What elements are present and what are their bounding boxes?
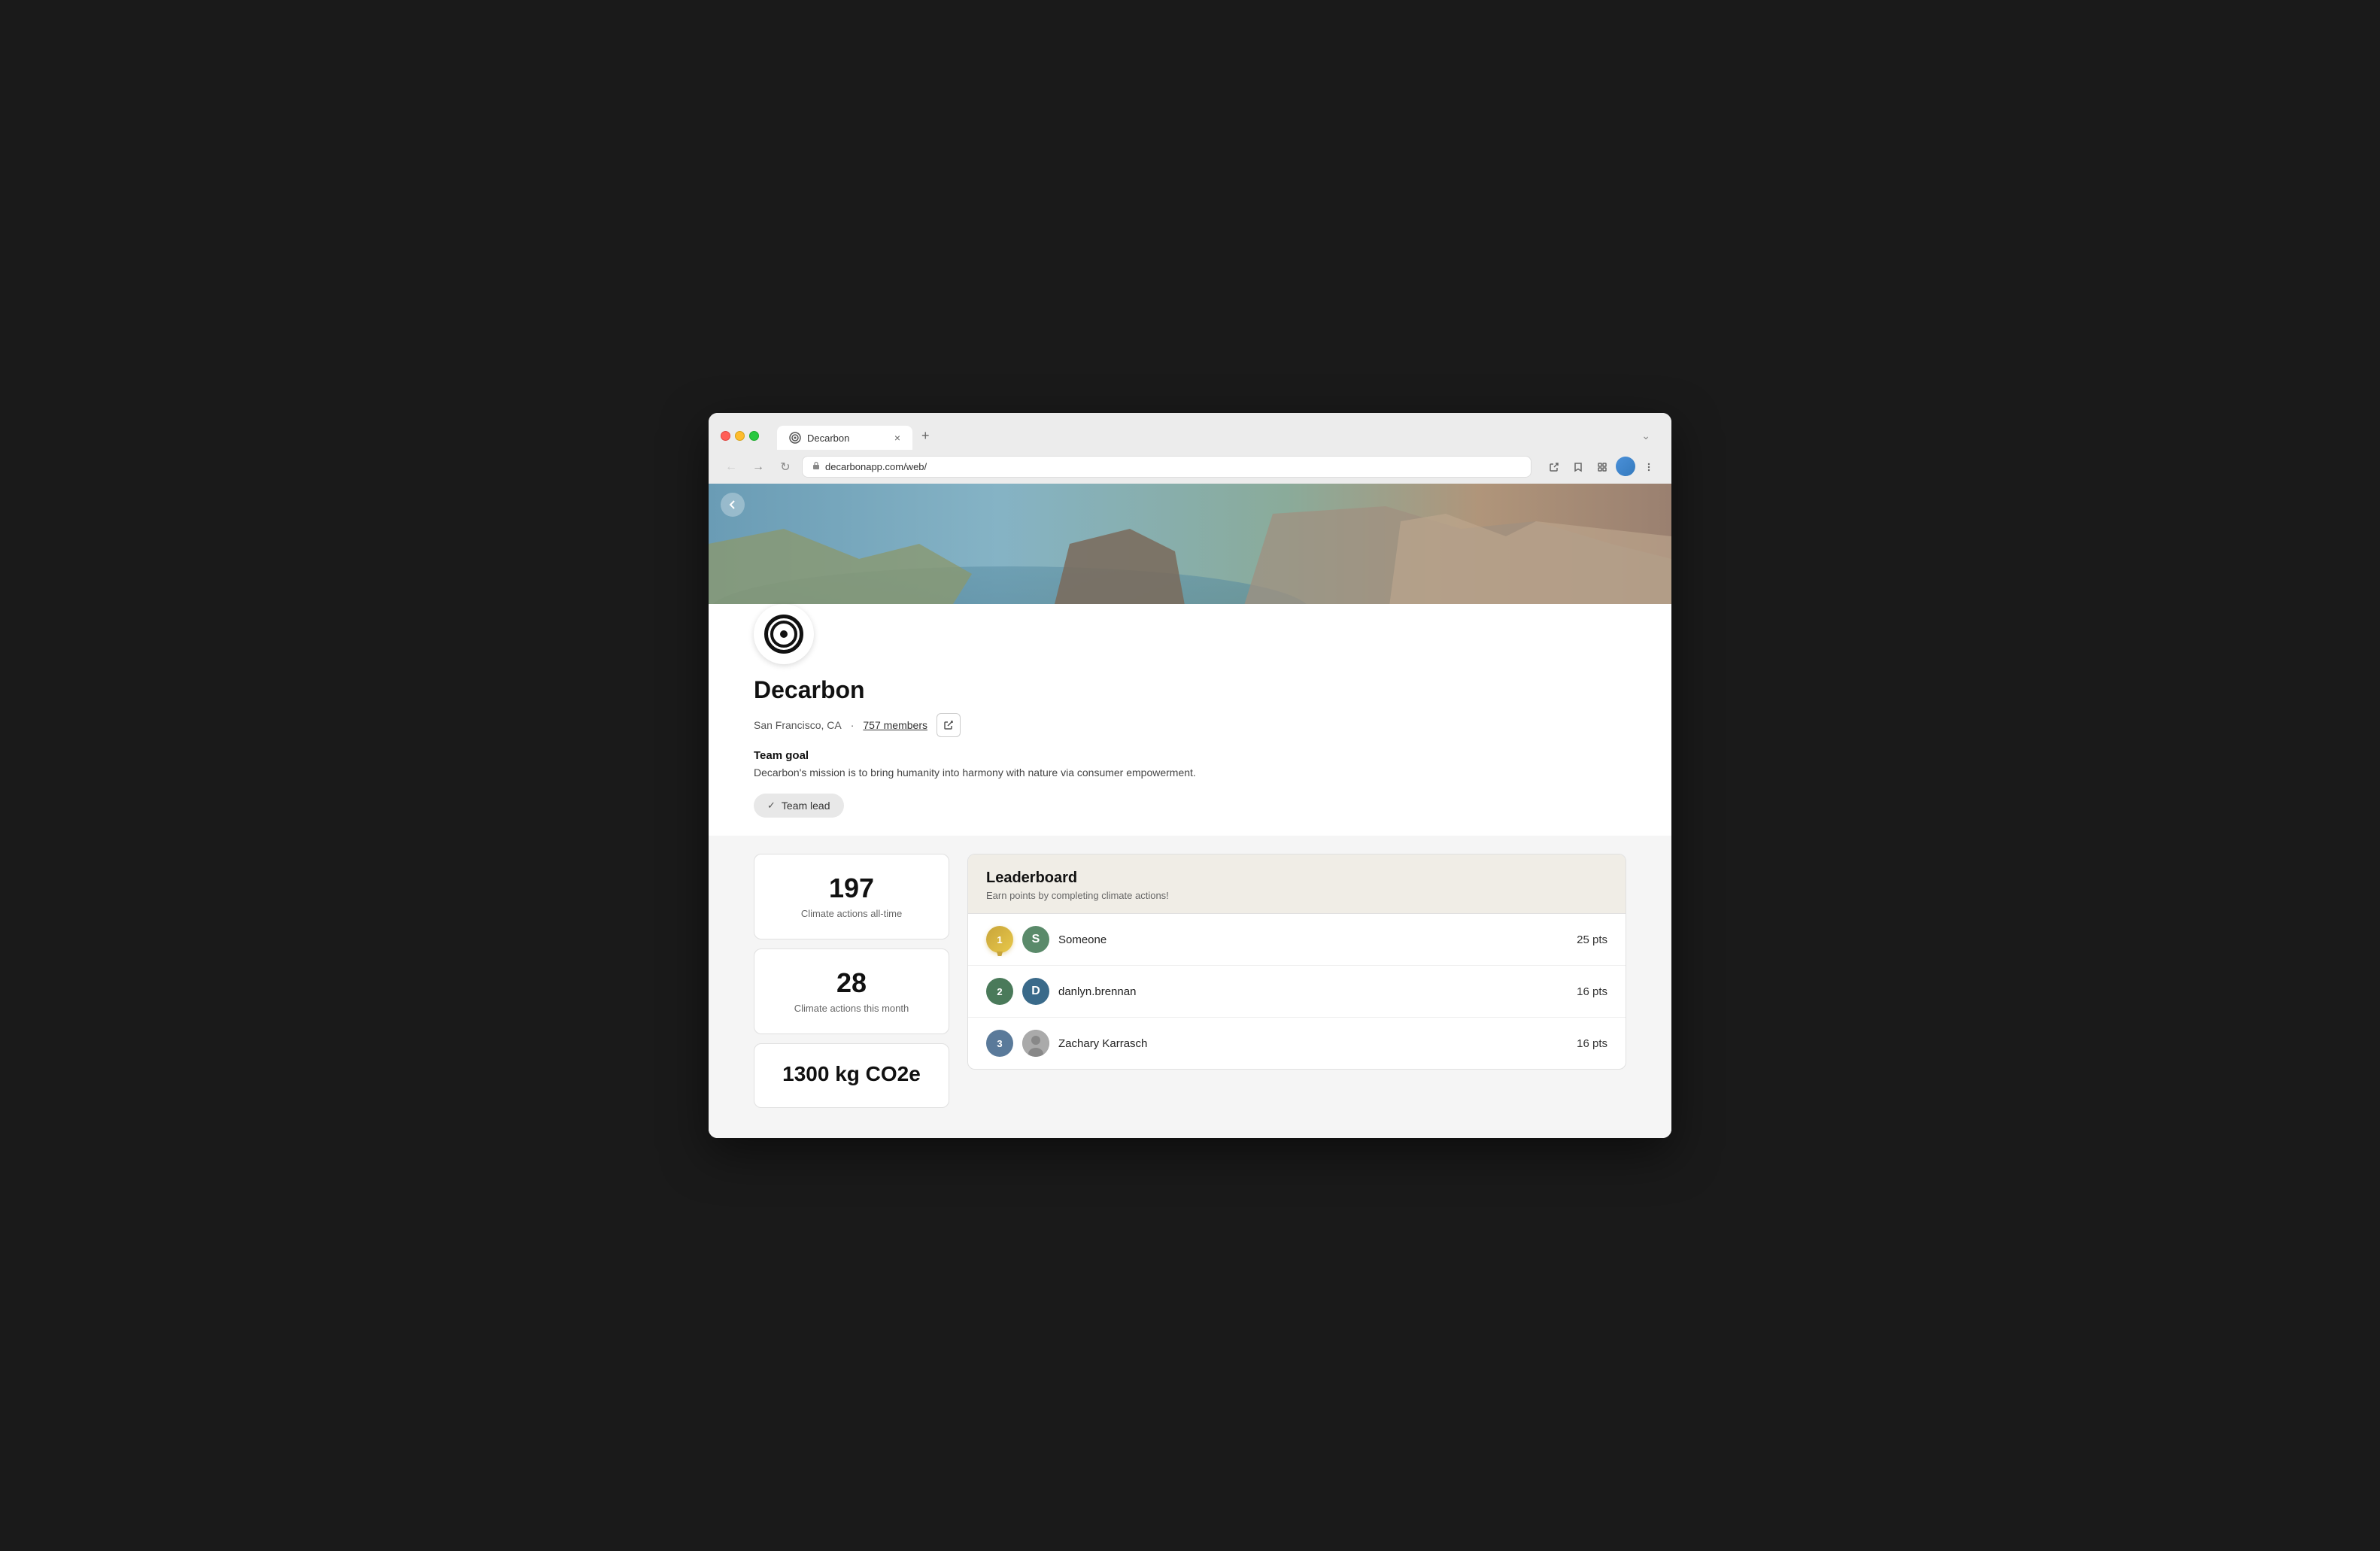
org-location: San Francisco, CA — [754, 719, 842, 731]
rank-number-2: 2 — [997, 986, 1002, 997]
profile-avatar[interactable] — [1616, 457, 1635, 476]
new-tab-button[interactable]: + — [912, 422, 939, 450]
user-points-3: 16 pts — [1577, 1037, 1607, 1050]
stat-number-co2: 1300 kg CO2e — [770, 1062, 933, 1086]
team-goal-text: Decarbon's mission is to bring humanity … — [754, 766, 1205, 779]
tab-bar: Decarbon × + — [771, 422, 939, 450]
content-area: 197 Climate actions all-time 28 Climate … — [709, 836, 1671, 1138]
user-name-3[interactable]: Zachary Karrasch — [1058, 1037, 1568, 1050]
forward-button[interactable]: → — [748, 457, 769, 478]
back-navigation-button[interactable] — [721, 493, 745, 517]
meta-separator: · — [851, 719, 855, 731]
minimize-window-button[interactable] — [735, 431, 745, 441]
leaderboard-row: 2 D danlyn.brennan 16 pts — [968, 966, 1626, 1018]
share-button[interactable] — [937, 713, 961, 737]
rank-badge-2: 2 — [986, 978, 1013, 1005]
user-points-1: 25 pts — [1577, 933, 1607, 946]
org-logo — [754, 604, 814, 664]
extensions-button[interactable] — [1592, 457, 1613, 478]
maximize-window-button[interactable] — [749, 431, 759, 441]
team-lead-badge: ✓ Team lead — [754, 794, 844, 818]
close-window-button[interactable] — [721, 431, 730, 441]
tab-close-button[interactable]: × — [894, 432, 900, 444]
stat-card-month: 28 Climate actions this month — [754, 949, 949, 1034]
tab-favicon-icon — [789, 432, 801, 444]
profile-section: Decarbon San Francisco, CA · 757 members… — [709, 604, 1671, 836]
browser-window: Decarbon × + ⌄ ← → ↻ decarbonapp — [709, 413, 1671, 1138]
traffic-lights — [721, 431, 759, 441]
menu-button[interactable] — [1638, 457, 1659, 478]
stat-card-co2: 1300 kg CO2e — [754, 1043, 949, 1108]
rank-badge-1: 1 — [986, 926, 1013, 953]
rank-badge-3: 3 — [986, 1030, 1013, 1057]
address-bar[interactable]: decarbonapp.com/web/ — [802, 456, 1532, 478]
browser-chrome: Decarbon × + ⌄ ← → ↻ decarbonapp — [709, 413, 1671, 484]
checkmark-icon: ✓ — [767, 800, 776, 812]
leaderboard-row: 3 Zachary Karrasch 16 pts — [968, 1018, 1626, 1069]
refresh-button[interactable]: ↻ — [775, 457, 796, 478]
org-name: Decarbon — [754, 676, 1626, 704]
user-name-2[interactable]: danlyn.brennan — [1058, 985, 1568, 998]
back-button[interactable]: ← — [721, 457, 742, 478]
rank-number-3: 3 — [997, 1038, 1002, 1049]
user-avatar-2: D — [1022, 978, 1049, 1005]
team-lead-label: Team lead — [782, 800, 830, 812]
external-link-button[interactable] — [1544, 457, 1565, 478]
user-name-1[interactable]: Someone — [1058, 933, 1568, 946]
browser-actions — [1544, 457, 1659, 478]
active-tab[interactable]: Decarbon × — [777, 426, 912, 450]
members-link[interactable]: 757 members — [863, 719, 927, 731]
security-icon — [812, 461, 821, 472]
bullseye-icon — [764, 615, 803, 654]
stats-column: 197 Climate actions all-time 28 Climate … — [754, 854, 949, 1108]
leaderboard-header: Leaderboard Earn points by completing cl… — [968, 854, 1626, 913]
stat-number-alltime: 197 — [770, 873, 933, 904]
expand-button[interactable]: ⌄ — [1641, 429, 1650, 442]
leaderboard-card: Leaderboard Earn points by completing cl… — [967, 854, 1626, 1070]
rank-number-1: 1 — [997, 934, 1002, 945]
avatar-letter-1: S — [1032, 933, 1040, 946]
page-content: Decarbon San Francisco, CA · 757 members… — [709, 484, 1671, 1138]
leaderboard-title: Leaderboard — [986, 870, 1607, 887]
avatar-letter-2: D — [1031, 985, 1040, 998]
stat-label-month: Climate actions this month — [794, 1003, 909, 1014]
leaderboard-subtitle: Earn points by completing climate action… — [986, 890, 1607, 901]
stat-label-alltime: Climate actions all-time — [801, 908, 902, 919]
url-text: decarbonapp.com/web/ — [825, 461, 927, 472]
leaderboard-row: 1 S Someone 25 pts — [968, 914, 1626, 966]
user-points-2: 16 pts — [1577, 985, 1607, 998]
tab-title: Decarbon — [807, 433, 849, 444]
title-bar: Decarbon × + ⌄ — [709, 413, 1671, 450]
team-goal-label: Team goal — [754, 749, 1626, 762]
user-avatar-1: S — [1022, 926, 1049, 953]
address-bar-row: ← → ↻ decarbonapp.com/web/ — [709, 450, 1671, 484]
stat-number-month: 28 — [770, 967, 933, 999]
bookmark-button[interactable] — [1568, 457, 1589, 478]
stat-card-alltime: 197 Climate actions all-time — [754, 854, 949, 939]
org-meta: San Francisco, CA · 757 members — [754, 713, 1626, 737]
user-avatar-3 — [1022, 1030, 1049, 1057]
